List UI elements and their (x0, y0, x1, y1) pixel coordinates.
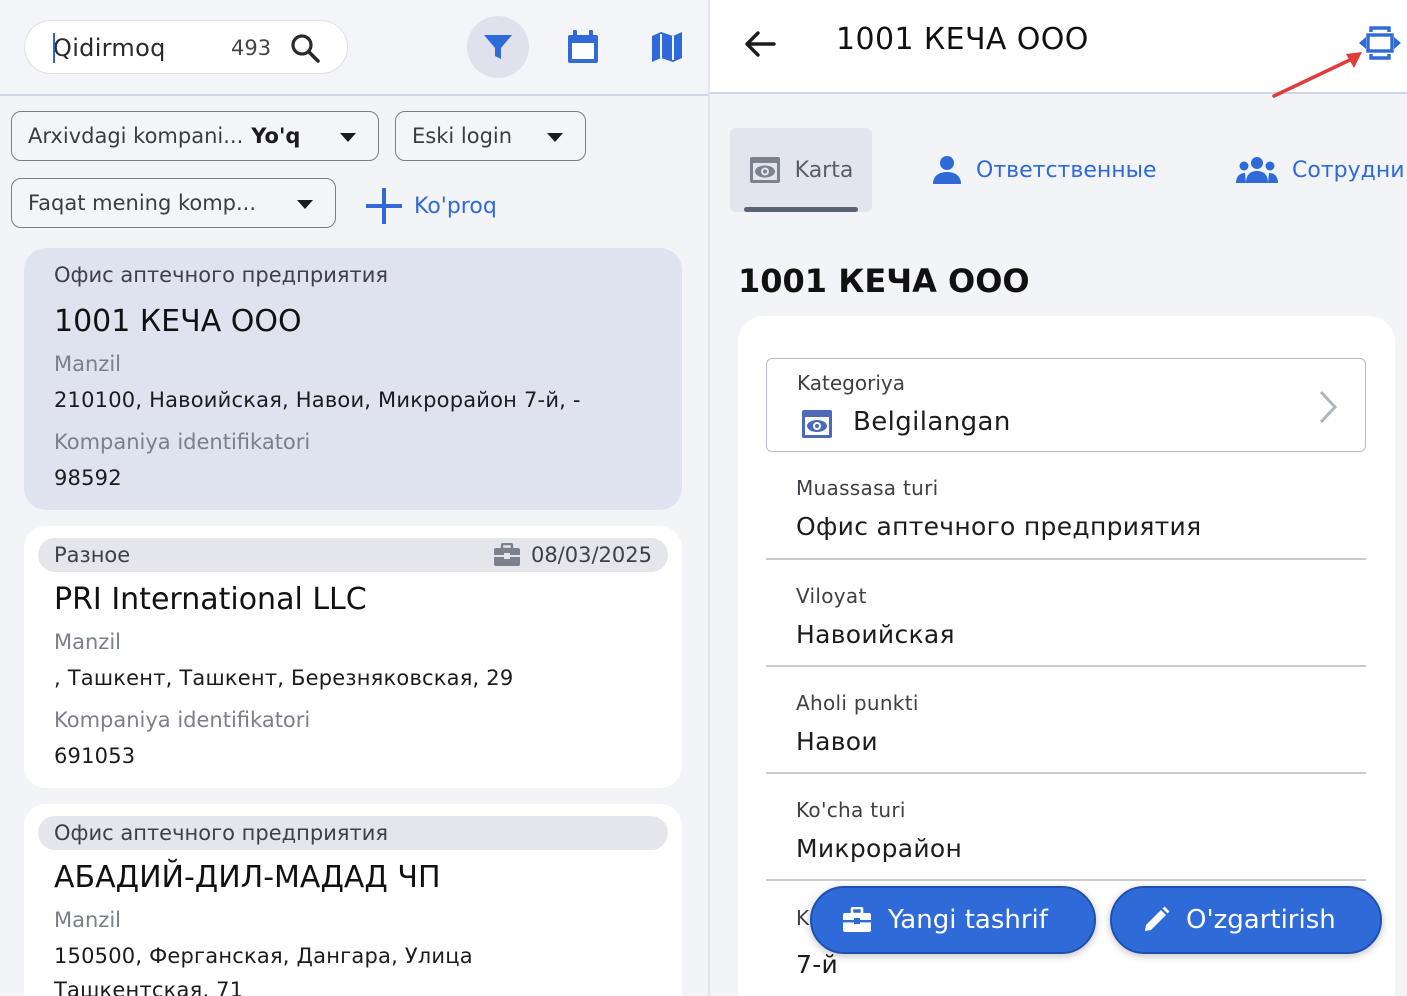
annotation-arrow-icon (1272, 52, 1362, 98)
plus-icon (364, 186, 404, 226)
field-street-type: Ko'cha turi Микрорайон (766, 798, 1366, 881)
company-detail-pane: 1001 КЕЧА ООО Karta Ответственные Сотруд… (710, 0, 1407, 996)
card-category-tag: Офис аптечного предприятия (38, 258, 668, 292)
tab-employees[interactable]: Сотрудни (1236, 128, 1405, 212)
card-address-label: Manzil (54, 908, 121, 932)
old-login-filter-chip[interactable]: Eski login (395, 111, 586, 161)
card-address-line2: Ташкентская, 71 (54, 978, 244, 996)
filter-button[interactable] (467, 16, 529, 78)
search-icon[interactable] (289, 32, 321, 64)
archived-filter-label: Arxivdagi kompani... (28, 124, 244, 148)
active-tab-indicator (744, 207, 858, 212)
card-address: 210100, Навоийская, Навои, Микрорайон 7-… (54, 388, 581, 412)
pencil-icon (1145, 906, 1170, 931)
card-address: 150500, Ферганская, Дангара, Улица (54, 944, 473, 968)
edit-button[interactable]: O'zgartirish (1110, 886, 1382, 954)
archived-filter-chip[interactable]: Arxivdagi kompani... Yo'q (11, 111, 379, 161)
new-visit-button[interactable]: Yangi tashrif (810, 886, 1096, 954)
category-label: Kategoriya (797, 371, 905, 395)
briefcase-icon (843, 907, 871, 932)
card-category-tag: Разное 08/03/2025 (38, 538, 668, 572)
card-category: Офис аптечного предприятия (54, 263, 389, 287)
search-field[interactable]: Qidirmoq 493 (24, 20, 348, 74)
detail-toolbar: 1001 КЕЧА ООО (710, 0, 1407, 98)
dropdown-arrow-icon (547, 133, 563, 142)
chevron-right-icon (1319, 390, 1338, 424)
map-icon (652, 32, 682, 62)
card-category: Разное (54, 543, 131, 567)
field-value: Навоийская (796, 620, 955, 649)
company-card[interactable]: Разное 08/03/2025 PRI International LLC … (24, 526, 682, 788)
new-visit-label: Yangi tashrif (888, 905, 1048, 935)
filter-icon (484, 35, 512, 59)
company-list-pane: Qidirmoq 493 Arxivdagi kompani... Yo'q E… (0, 0, 708, 996)
card-id: 691053 (54, 744, 136, 768)
card-category: Офис аптечного предприятия (54, 821, 389, 845)
card-id: 98592 (54, 466, 122, 490)
field-institution-type: Muassasa turi Офис аптечного предприятия (766, 476, 1366, 560)
eye-card-icon (749, 157, 780, 183)
more-filters-button[interactable]: Ko'proq (364, 184, 497, 228)
detail-tabs: Karta Ответственные Сотрудни (710, 128, 1407, 214)
field-label: Aholi punkti (796, 691, 919, 715)
card-address: , Ташкент, Ташкент, Березняковская, 29 (54, 666, 514, 690)
card-id-label: Kompaniya identifikatori (54, 708, 311, 732)
card-title: АБАДИЙ-ДИЛ-МАДАД ЧП (54, 860, 441, 895)
people-icon (1236, 157, 1278, 183)
company-card[interactable]: Офис аптечного предприятия 1001 КЕЧА ООО… (24, 248, 682, 510)
card-category-tag: Офис аптечного предприятия (38, 816, 668, 850)
old-login-filter-label: Eski login (412, 124, 513, 148)
card-title: PRI International LLC (54, 582, 367, 617)
field-label: Ko'cha turi (796, 798, 906, 822)
tab-responsible[interactable]: Ответственные (932, 128, 1157, 212)
card-date-text: 08/03/2025 (530, 543, 652, 567)
card-visit-date: 08/03/2025 (493, 538, 652, 572)
person-icon (933, 156, 961, 184)
archived-filter-value: Yo'q (251, 124, 301, 148)
category-selector[interactable]: Kategoriya Belgilangan (766, 358, 1366, 452)
calendar-button[interactable] (552, 16, 614, 78)
field-region: Viloyat Навоийская (766, 584, 1366, 667)
my-companies-filter-chip[interactable]: Faqat mening komp... (11, 178, 336, 228)
calendar-icon (568, 30, 598, 63)
detail-header-title: 1001 КЕЧА ООО (836, 22, 1089, 57)
company-title: 1001 КЕЧА ООО (738, 262, 1030, 300)
field-label: Viloyat (796, 584, 867, 608)
tab-employees-label: Сотрудни (1292, 157, 1405, 183)
field-value: Микрорайон (796, 834, 963, 863)
field-value: Навои (796, 727, 878, 756)
map-button[interactable] (636, 16, 698, 78)
dropdown-arrow-icon (340, 133, 356, 142)
result-count: 493 (231, 36, 272, 60)
card-id-label: Kompaniya identifikatori (54, 430, 311, 454)
field-value: Офис аптечного предприятия (796, 512, 1202, 541)
category-value: Belgilangan (853, 407, 1011, 437)
field-label: Muassasa turi (796, 476, 939, 500)
eye-card-icon (802, 410, 832, 438)
edit-label: O'zgartirish (1186, 905, 1336, 935)
dropdown-arrow-icon (297, 200, 313, 209)
card-title: 1001 КЕЧА ООО (54, 304, 302, 339)
tab-karta[interactable]: Karta (730, 128, 872, 212)
more-filters-label: Ko'proq (414, 193, 497, 219)
list-toolbar: Qidirmoq 493 (0, 0, 708, 96)
search-input[interactable]: Qidirmoq (53, 33, 166, 63)
card-address-label: Manzil (54, 352, 121, 376)
field-value: 7-й (796, 950, 839, 979)
text-cursor (53, 33, 55, 63)
field-settlement: Aholi punkti Навои (766, 691, 1366, 774)
tab-karta-label: Karta (794, 157, 854, 183)
company-card[interactable]: Офис аптечного предприятия АБАДИЙ-ДИЛ-МА… (24, 804, 682, 996)
briefcase-icon (493, 543, 520, 566)
tab-responsible-label: Ответственные (976, 157, 1157, 183)
my-companies-filter-label: Faqat mening komp... (28, 191, 257, 215)
back-arrow-icon[interactable] (740, 24, 780, 64)
card-address-label: Manzil (54, 630, 121, 654)
field-label: K (796, 906, 810, 930)
